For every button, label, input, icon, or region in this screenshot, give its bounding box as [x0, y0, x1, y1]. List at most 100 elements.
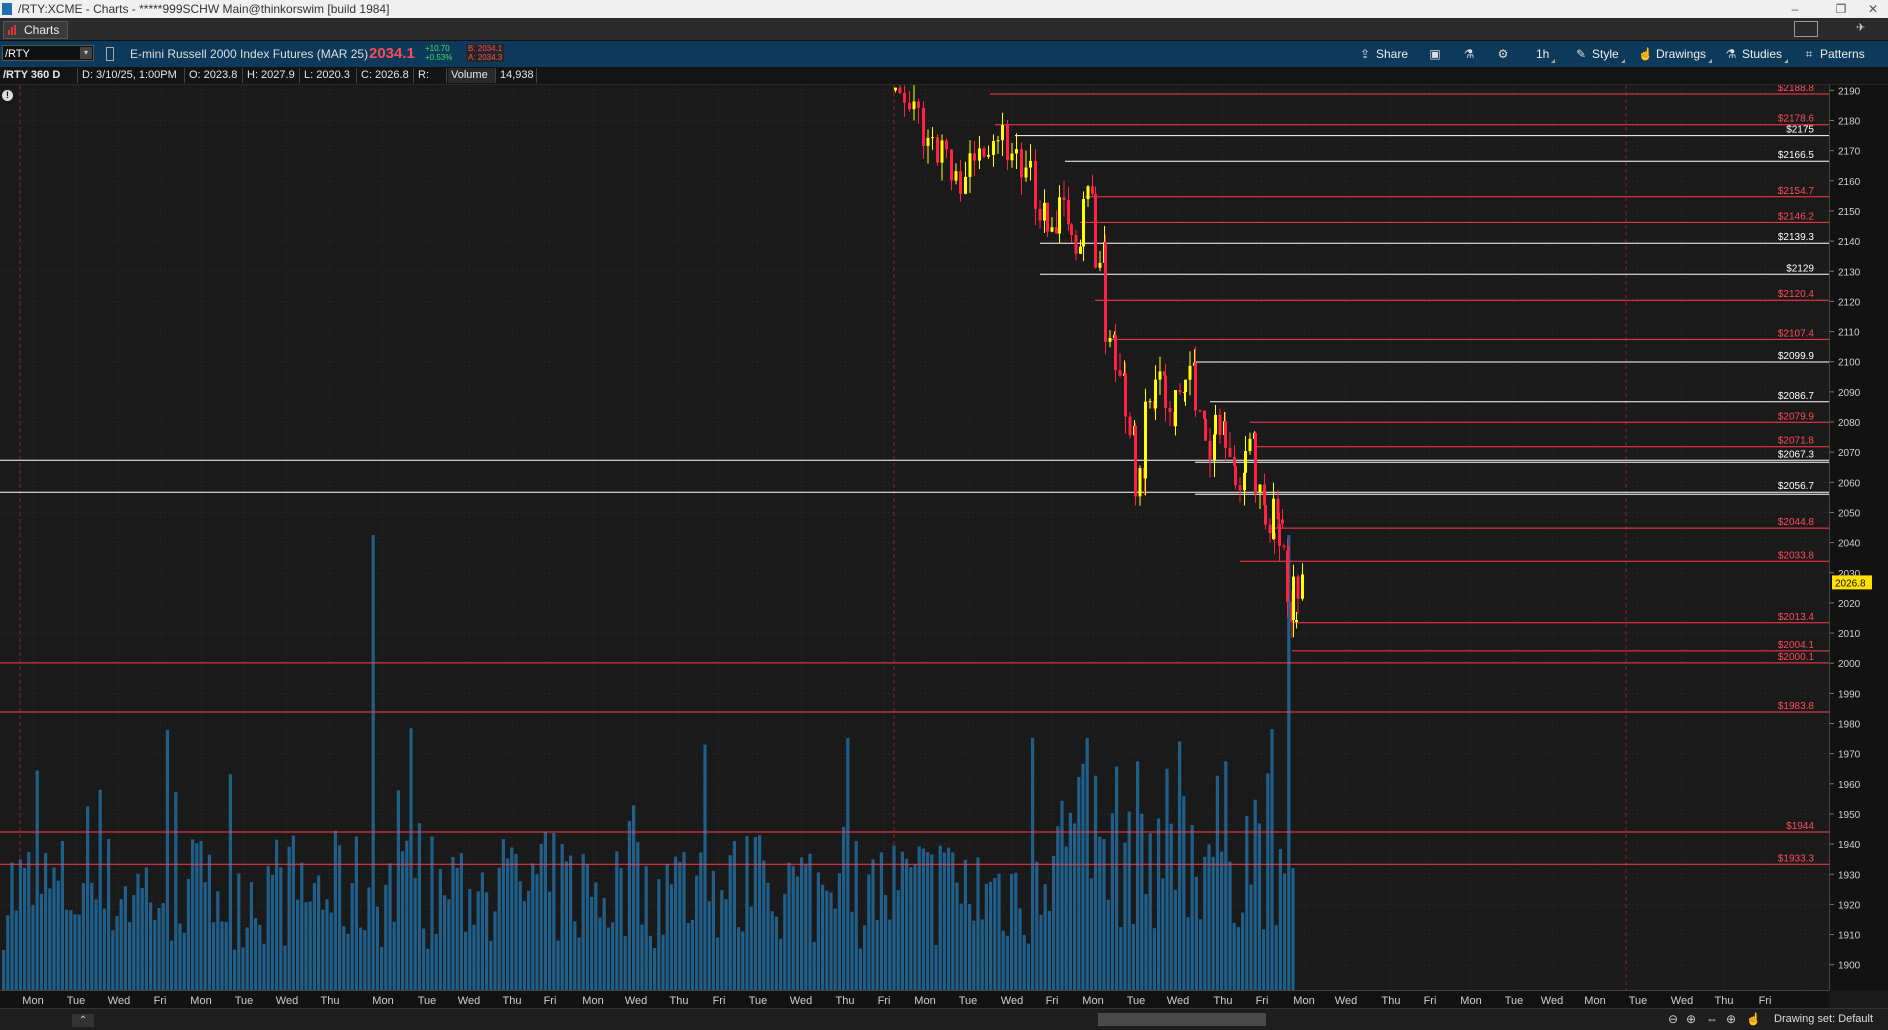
screenshot-button[interactable]: ▣: [1428, 41, 1446, 67]
volume-bar: [170, 940, 174, 990]
volume-bar: [149, 902, 153, 990]
lab-button[interactable]: ⚗: [1462, 41, 1480, 67]
volume-bar: [972, 920, 976, 990]
volume-bar: [1068, 812, 1072, 990]
candle-body: [940, 140, 944, 163]
volume-bar: [539, 843, 543, 990]
candle-body: [1228, 447, 1232, 457]
time-axis-label: Mon: [1082, 995, 1103, 1007]
volume-bar: [892, 845, 896, 990]
pan-hand-icon[interactable]: ☝: [1746, 1012, 1761, 1026]
chart-area[interactable]: $2188.8 $2178.6 $2175 $2166.5 $2154.7 $2146.2…: [0, 85, 1829, 990]
settings-button[interactable]: ⚙: [1496, 41, 1514, 67]
volume-bar: [1249, 884, 1253, 990]
price-level-label: $2004.1: [1778, 640, 1815, 651]
maximize-button[interactable]: ❐: [1826, 0, 1856, 18]
volume-bar: [737, 927, 741, 990]
window-layout-button[interactable]: [1794, 21, 1818, 37]
symbol-value: /RTY: [5, 48, 30, 60]
drawings-button[interactable]: ☝ Drawings: [1638, 41, 1713, 67]
price-tick-label: 2120: [1838, 297, 1861, 308]
volume-bar: [417, 823, 421, 990]
volume-bar: [451, 857, 455, 990]
price-level-label: $2033.8: [1778, 550, 1815, 561]
zoom-in-icon[interactable]: ⊕: [1686, 1012, 1696, 1026]
volume-bar: [686, 923, 690, 990]
price-chart[interactable]: $2188.8 $2178.6$2175 $2166.5 $2154.7 $2146.2…: [0, 85, 1829, 990]
candle-body: [1082, 198, 1085, 247]
time-axis-label: Mon: [22, 995, 43, 1007]
volume-bar: [695, 875, 699, 990]
price-tick-label: 2140: [1838, 237, 1861, 248]
symbol-input[interactable]: /RTY ▾: [2, 45, 94, 61]
time-axis-label: Tue: [418, 995, 437, 1007]
candle-body: [1006, 125, 1009, 161]
time-axis-label: Thu: [1715, 995, 1734, 1007]
volume-bar: [165, 730, 169, 990]
volume-bar: [816, 872, 820, 990]
volume-bar: [930, 854, 934, 990]
volume-bar: [1005, 935, 1009, 990]
pin-icon[interactable]: ✈: [1856, 21, 1865, 34]
studies-button[interactable]: ⚗ Studies: [1724, 41, 1789, 67]
collapse-button[interactable]: ⌃: [72, 1014, 94, 1027]
volume-bar: [648, 935, 652, 990]
fit-horizontal-icon[interactable]: ⇔: [1706, 1012, 1718, 1026]
chart-scrollbar-thumb[interactable]: [1098, 1013, 1266, 1026]
volume-bar: [48, 888, 52, 990]
minimize-button[interactable]: –: [1780, 0, 1810, 18]
time-axis-label: Wed: [1001, 995, 1023, 1007]
symbol-dropdown-icon[interactable]: ▾: [80, 47, 92, 59]
volume-bar: [409, 728, 413, 990]
crosshair-icon[interactable]: ⊕: [1726, 1012, 1736, 1026]
volume-bar: [993, 877, 997, 990]
time-axis-label: Tue: [235, 995, 254, 1007]
volume-bar: [808, 853, 812, 990]
price-tick-label: 1930: [1838, 870, 1861, 881]
volume-bar: [10, 862, 14, 990]
price-level-label: $2166.5: [1778, 150, 1815, 161]
volume-bar: [875, 920, 879, 990]
link-icon[interactable]: [106, 47, 114, 61]
candle-body: [1024, 167, 1028, 178]
price-level-label: $2146.2: [1778, 211, 1815, 222]
patterns-button[interactable]: ⌗ Patterns: [1802, 41, 1865, 67]
bar-high: H: 2027.9: [244, 68, 300, 83]
volume-bar: [926, 852, 930, 990]
volume-bar: [401, 851, 405, 990]
alert-icon[interactable]: !: [2, 90, 13, 101]
zoom-out-icon[interactable]: ⊖: [1668, 1012, 1678, 1026]
volume-bar: [531, 863, 535, 990]
price-level-label: $2099.9: [1778, 351, 1815, 362]
volume-bar: [270, 874, 274, 990]
price-scale[interactable]: 2190 2180 2170 2160 2150 2140 2130 2120 2110 2100…: [1829, 85, 1888, 990]
volume-bar: [774, 916, 778, 990]
volume-bar: [434, 933, 438, 990]
time-axis[interactable]: Mon Tue Wed Fri Mon Tue Wed Thu Mon Tue Wed Thu Fri M…: [0, 990, 1829, 1009]
chart-title: /RTY 360 D 1h: [0, 68, 78, 96]
timeframe-button[interactable]: 1h: [1536, 41, 1556, 67]
close-button[interactable]: ✕: [1858, 0, 1888, 18]
volume-bar: [308, 901, 312, 990]
candle-body: [978, 148, 981, 161]
status-bar: ⌃ ⊖ ⊕ ⇔ ⊕ ☝ Drawing set: Default: [0, 1008, 1888, 1030]
volume-bar: [623, 936, 627, 990]
volume-bar: [837, 873, 841, 990]
price-scale-labels: 2190 2180 2170 2160 2150 2140 2130 2120 2110 2100…: [1830, 86, 1872, 972]
volume-bar: [300, 862, 304, 990]
drawing-set-label[interactable]: Drawing set: Default: [1774, 1009, 1873, 1030]
volume-bar: [842, 826, 846, 990]
volume-bar: [1110, 813, 1114, 990]
flask-icon: ⚗: [1463, 47, 1475, 61]
candle-body: [1148, 401, 1152, 403]
volume-bar: [262, 943, 266, 990]
percent-change: +0.53%: [425, 53, 453, 62]
volume-bar: [1026, 943, 1030, 990]
tab-charts[interactable]: Charts: [3, 21, 69, 39]
volume-bar: [354, 836, 358, 990]
volume-bar: [619, 868, 623, 990]
style-button[interactable]: ✎ Style: [1574, 41, 1625, 67]
candle-body: [1015, 149, 1018, 154]
share-button[interactable]: ⇪ Share: [1358, 41, 1408, 67]
price-tick-label: 2010: [1838, 629, 1861, 640]
